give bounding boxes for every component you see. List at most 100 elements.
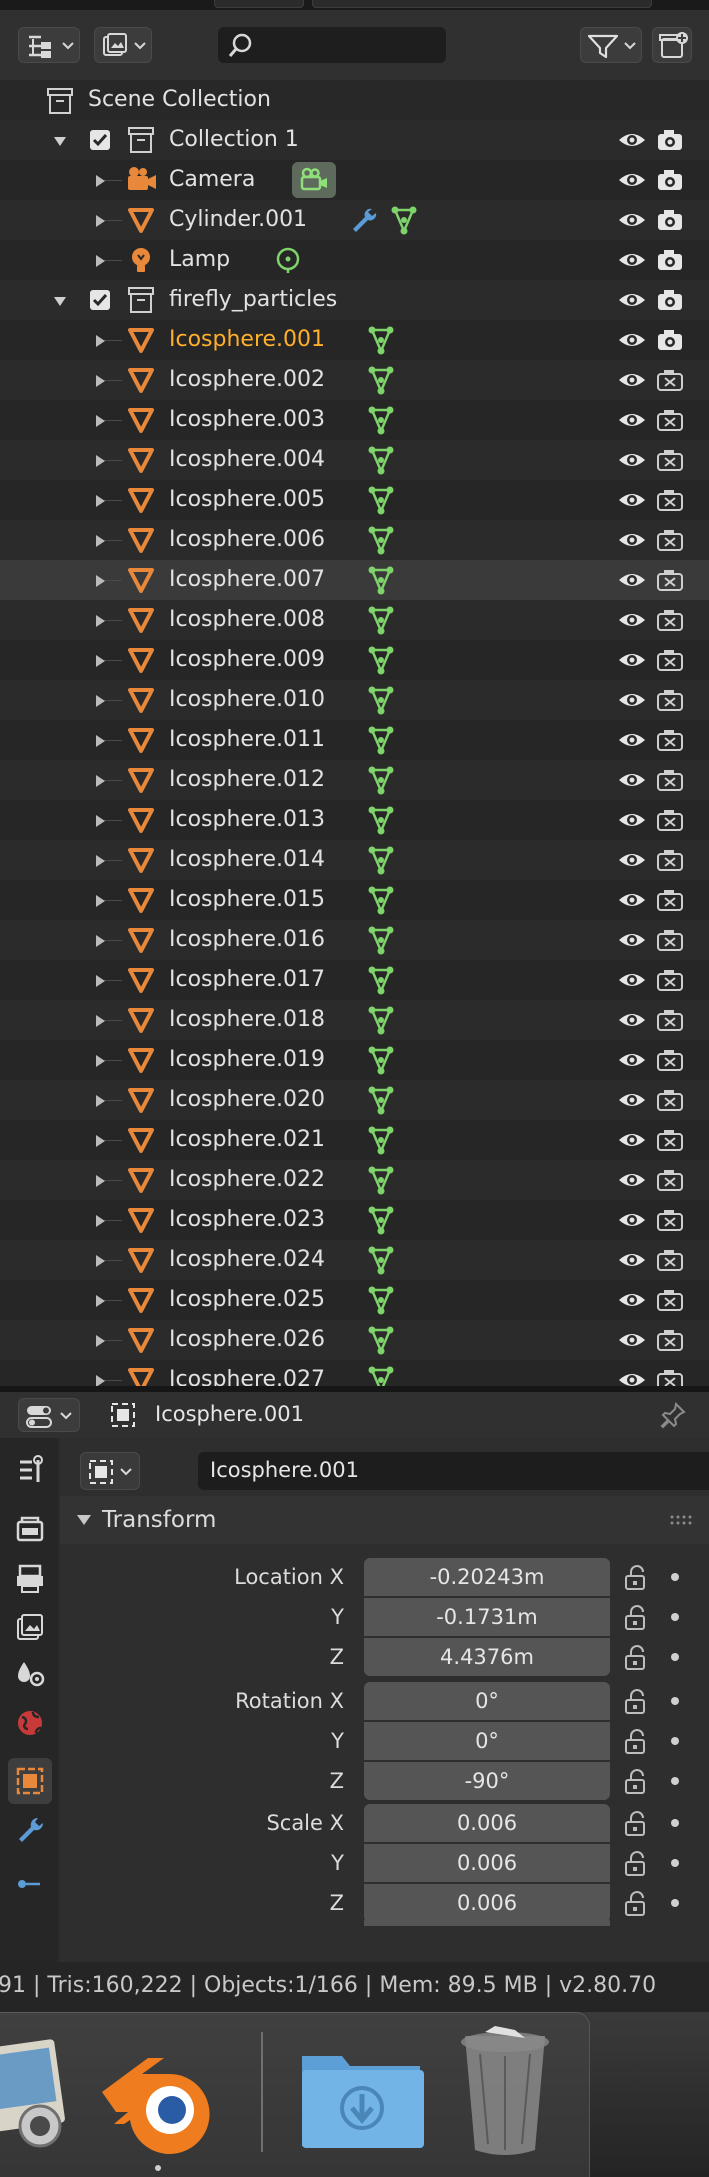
render-disabled-icon[interactable] — [655, 808, 685, 836]
mesh-data-icon[interactable] — [366, 1125, 396, 1159]
render-disabled-icon[interactable] — [655, 488, 685, 516]
render-icon[interactable] — [655, 248, 685, 276]
eye-icon[interactable] — [617, 1048, 647, 1076]
exclude-checkbox[interactable] — [89, 289, 111, 315]
render-disabled-icon[interactable] — [655, 1128, 685, 1156]
object-label[interactable]: Icosphere.016 — [169, 927, 325, 953]
trash-icon[interactable] — [455, 2024, 555, 2164]
scale-y-field[interactable]: 0.006 — [364, 1844, 610, 1882]
render-disabled-icon[interactable] — [655, 448, 685, 476]
expand-arrow-icon[interactable] — [93, 1293, 107, 1312]
object-row[interactable]: Icosphere.016 — [0, 920, 709, 960]
object-row[interactable]: Icosphere.001 — [0, 320, 709, 360]
eye-icon[interactable] — [617, 408, 647, 436]
eye-icon[interactable] — [617, 768, 647, 796]
object-row[interactable]: Icosphere.019 — [0, 1040, 709, 1080]
render-icon[interactable] — [655, 128, 685, 156]
eye-icon[interactable] — [617, 1368, 647, 1386]
tab-view-layer[interactable] — [8, 1604, 52, 1650]
eye-icon[interactable] — [617, 728, 647, 756]
expand-arrow-icon[interactable] — [93, 1133, 107, 1152]
rotation-x-field[interactable]: 0° — [364, 1682, 610, 1720]
expand-arrow-icon[interactable] — [93, 173, 107, 192]
object-row[interactable]: Icosphere.011 — [0, 720, 709, 760]
render-disabled-icon[interactable] — [655, 368, 685, 396]
object-name-field[interactable]: Icosphere.001 — [198, 1452, 709, 1490]
keyframe-dot[interactable] — [671, 1613, 679, 1621]
location-z-field[interactable]: 4.4376m — [364, 1638, 610, 1676]
eye-icon[interactable] — [617, 848, 647, 876]
expand-arrow-icon[interactable] — [93, 453, 107, 472]
keyframe-dot[interactable] — [671, 1859, 679, 1867]
lock-icon[interactable] — [622, 1888, 652, 1922]
object-label[interactable]: Icosphere.005 — [169, 487, 325, 513]
object-label[interactable]: Icosphere.025 — [169, 1287, 325, 1313]
expand-arrow-icon[interactable] — [93, 1333, 107, 1352]
mesh-data-icon[interactable] — [389, 205, 419, 239]
object-label[interactable]: Icosphere.007 — [169, 567, 325, 593]
object-row[interactable]: Cylinder.001 — [0, 200, 709, 240]
render-disabled-icon[interactable] — [655, 968, 685, 996]
tab-object[interactable] — [8, 1758, 52, 1804]
mesh-data-icon[interactable] — [366, 1165, 396, 1199]
display-mode-button[interactable] — [94, 27, 152, 63]
expand-arrow-icon[interactable] — [93, 1093, 107, 1112]
eye-icon[interactable] — [617, 168, 647, 196]
mesh-data-icon[interactable] — [366, 325, 396, 359]
object-label[interactable]: Icosphere.010 — [169, 687, 325, 713]
render-disabled-icon[interactable] — [655, 888, 685, 916]
blender-icon[interactable] — [92, 2034, 222, 2154]
eye-icon[interactable] — [617, 688, 647, 716]
lamp-data-icon[interactable] — [273, 245, 303, 279]
object-row[interactable]: Icosphere.017 — [0, 960, 709, 1000]
object-label[interactable]: Icosphere.013 — [169, 807, 325, 833]
tab-world[interactable] — [8, 1700, 52, 1746]
lock-icon[interactable] — [622, 1686, 652, 1720]
lock-icon[interactable] — [622, 1642, 652, 1676]
mesh-data-icon[interactable] — [366, 925, 396, 959]
scale-x-field[interactable]: 0.006 — [364, 1804, 610, 1842]
mesh-data-icon[interactable] — [366, 1245, 396, 1279]
object-row[interactable]: Icosphere.010 — [0, 680, 709, 720]
object-label[interactable]: Icosphere.008 — [169, 607, 325, 633]
keyframe-dot[interactable] — [671, 1777, 679, 1785]
object-row[interactable]: Icosphere.006 — [0, 520, 709, 560]
object-label[interactable]: Icosphere.027 — [169, 1367, 325, 1386]
expand-arrow-icon[interactable] — [93, 773, 107, 792]
tab-tool[interactable] — [8, 1448, 52, 1494]
mesh-data-icon[interactable] — [366, 645, 396, 679]
expand-arrow-icon[interactable] — [93, 413, 107, 432]
object-label[interactable]: Icosphere.015 — [169, 887, 325, 913]
object-row[interactable]: Icosphere.026 — [0, 1320, 709, 1360]
object-row[interactable]: Icosphere.021 — [0, 1120, 709, 1160]
photos-icon[interactable] — [0, 2034, 75, 2154]
downloads-folder-icon[interactable] — [298, 2042, 428, 2152]
mesh-data-icon[interactable] — [366, 1205, 396, 1239]
mesh-data-icon[interactable] — [366, 725, 396, 759]
mesh-data-icon[interactable] — [366, 765, 396, 799]
object-label[interactable]: Icosphere.012 — [169, 767, 325, 793]
object-row[interactable]: Icosphere.022 — [0, 1160, 709, 1200]
eye-icon[interactable] — [617, 368, 647, 396]
mesh-data-icon[interactable] — [366, 1365, 396, 1386]
camera-data-icon[interactable] — [292, 162, 336, 202]
search-input[interactable] — [218, 27, 446, 63]
eye-icon[interactable] — [617, 1088, 647, 1116]
tab-output[interactable] — [8, 1556, 52, 1602]
new-collection-button[interactable] — [652, 27, 692, 63]
object-label[interactable]: Icosphere.003 — [169, 407, 325, 433]
object-row[interactable]: Icosphere.007 — [0, 560, 709, 600]
render-disabled-icon[interactable] — [655, 768, 685, 796]
expand-arrow-icon[interactable] — [93, 893, 107, 912]
keyframe-dot[interactable] — [671, 1653, 679, 1661]
expand-arrow-icon[interactable] — [93, 733, 107, 752]
expand-arrow-icon[interactable] — [53, 133, 67, 152]
rotation-z-field[interactable]: -90° — [364, 1762, 610, 1800]
eye-icon[interactable] — [617, 1248, 647, 1276]
mesh-data-icon[interactable] — [366, 1005, 396, 1039]
tab-render[interactable] — [8, 1508, 52, 1554]
eye-icon[interactable] — [617, 928, 647, 956]
object-label[interactable]: Icosphere.011 — [169, 727, 325, 753]
object-datablock-button[interactable] — [80, 1452, 140, 1490]
mesh-data-icon[interactable] — [366, 445, 396, 479]
